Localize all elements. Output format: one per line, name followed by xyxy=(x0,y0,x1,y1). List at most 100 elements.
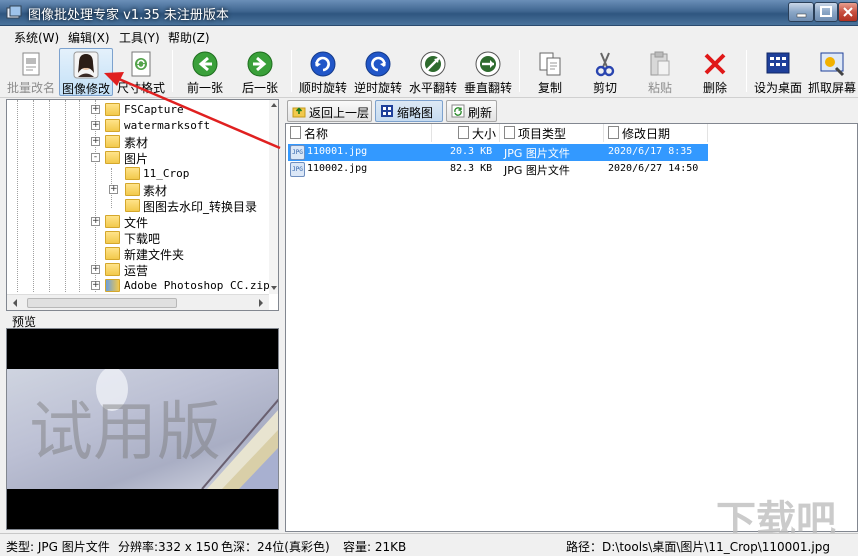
tree-item-label: 文件 xyxy=(124,216,149,230)
rotate-clockwise-button[interactable]: 顺时旋转 xyxy=(296,48,350,96)
tree-expander[interactable]: + xyxy=(91,265,100,274)
tree-expander[interactable]: + xyxy=(91,121,100,130)
menu-bar: 系统(W) 编辑(X) 工具(Y) 帮助(Z) xyxy=(0,26,858,46)
tree-item-wenjian[interactable]: + 文件 xyxy=(7,214,269,230)
image-edit-button[interactable]: 图像修改 xyxy=(59,48,113,96)
arrow-left-icon xyxy=(192,51,218,77)
menu-help[interactable]: 帮助(Z) xyxy=(168,29,210,46)
go-up-button[interactable]: 返回上一层 xyxy=(287,100,372,122)
delete-x-icon xyxy=(704,53,726,75)
paste-icon xyxy=(650,51,670,76)
cut-button[interactable]: 剪切 xyxy=(578,48,632,96)
flip-horizontal-label: 水平翻转 xyxy=(408,81,457,95)
status-color-depth: 色深：24位(真彩色) xyxy=(221,540,330,554)
folder-icon xyxy=(105,135,120,148)
tree-item-label: 下载吧 xyxy=(124,232,161,246)
tree-item-watermarksoft[interactable]: + watermarksoft xyxy=(7,118,269,134)
doc-icon xyxy=(608,126,619,139)
folder-open-icon xyxy=(105,151,120,164)
tree-item-11-crop[interactable]: 11_Crop xyxy=(7,166,269,182)
window-title: 图像批处理专家 v1.35 未注册版本 xyxy=(28,8,229,23)
tree-item-xiazaiba[interactable]: 下载吧 xyxy=(7,230,269,246)
scrollbar-thumb[interactable] xyxy=(27,298,177,308)
tree-item-watermark-removal[interactable]: 图图去水印_转换目录 xyxy=(7,198,269,214)
tree-item-label: watermarksoft xyxy=(124,119,211,132)
folder-icon xyxy=(105,263,120,276)
set-wallpaper-button[interactable]: 设为桌面 xyxy=(751,48,805,96)
flip-vertical-button[interactable]: 垂直翻转 xyxy=(461,48,515,96)
column-header-name[interactable]: 名称 xyxy=(286,124,432,142)
tree-expander[interactable]: + xyxy=(91,137,100,146)
tree-item-sucai-sub[interactable]: + 素材 xyxy=(7,182,269,198)
next-image-button[interactable]: 后一张 xyxy=(233,48,287,96)
status-resolution: 分辨率:332 x 150 xyxy=(118,540,219,554)
tree-item-yunying[interactable]: + 运营 xyxy=(7,262,269,278)
tree-item-label: 素材 xyxy=(124,136,149,150)
capture-screen-button[interactable]: 抓取屏幕 xyxy=(806,48,858,96)
file-row[interactable]: JPG 110002.jpg 82.3 KB JPG 图片文件 2020/6/2… xyxy=(288,161,708,178)
refresh-button[interactable]: 刷新 xyxy=(446,100,497,122)
menu-tools[interactable]: 工具(Y) xyxy=(119,29,160,46)
minimize-button[interactable] xyxy=(788,2,814,22)
doc-icon xyxy=(290,126,301,139)
capture-screen-label: 抓取屏幕 xyxy=(807,81,856,95)
prev-image-button[interactable]: 前一张 xyxy=(178,48,232,96)
menu-edit[interactable]: 编辑(X) xyxy=(68,29,110,46)
tree-item-sucai[interactable]: + 素材 xyxy=(7,134,269,150)
trial-watermark: 试用版 xyxy=(29,396,221,470)
column-header-date[interactable]: 修改日期 xyxy=(604,124,708,142)
tree-expander[interactable]: + xyxy=(109,185,118,194)
tree-item-photoshop-zip[interactable]: + Adobe Photoshop CC.zip xyxy=(7,278,270,294)
menu-system[interactable]: 系统(W) xyxy=(14,29,59,46)
rotate-counterclockwise-button[interactable]: 逆时旋转 xyxy=(351,48,405,96)
folder-icon xyxy=(105,119,120,132)
paste-label: 粘贴 xyxy=(647,81,672,95)
flip-horizontal-icon xyxy=(420,51,446,77)
status-type: 类型: JPG 图片文件 xyxy=(6,540,110,554)
tree-vertical-scrollbar[interactable] xyxy=(269,100,278,294)
folder-up-icon xyxy=(292,107,306,118)
tree-item-tupian[interactable]: - 图片 xyxy=(7,150,269,166)
tree-item-label: 图片 xyxy=(124,152,149,166)
tree-item-fscapture[interactable]: + FSCapture xyxy=(7,102,269,118)
zip-folder-icon xyxy=(105,279,120,292)
jpg-file-icon: JPG xyxy=(290,162,305,177)
file-name: 110001.jpg xyxy=(307,146,368,157)
resize-format-button[interactable]: 尺寸格式 xyxy=(114,48,168,96)
close-icon xyxy=(843,7,853,17)
copy-button[interactable]: 复制 xyxy=(523,48,577,96)
maximize-icon xyxy=(820,6,832,17)
status-bar: 类型: JPG 图片文件 分辨率:332 x 150 色深：24位(真彩色) 容… xyxy=(0,533,858,556)
tree-expander[interactable]: + xyxy=(91,217,100,226)
file-row[interactable]: JPG 110001.jpg 20.3 KB JPG 图片文件 2020/6/1… xyxy=(288,144,708,161)
column-header-type[interactable]: 项目类型 xyxy=(500,124,604,142)
tree-expander[interactable]: + xyxy=(91,281,100,290)
thumbnail-view-button[interactable]: 缩略图 xyxy=(375,100,443,122)
flip-horizontal-button[interactable]: 水平翻转 xyxy=(406,48,460,96)
image-edit-label: 图像修改 xyxy=(61,82,110,96)
paste-button[interactable]: 粘贴 xyxy=(633,48,687,96)
folder-icon xyxy=(105,103,120,116)
refresh-icon xyxy=(451,104,465,118)
tree-horizontal-scrollbar[interactable] xyxy=(7,294,269,310)
tree-expander[interactable]: - xyxy=(91,153,100,162)
column-header-size[interactable]: 大小 xyxy=(454,124,500,142)
batch-rename-button[interactable]: 批量改名 xyxy=(4,48,58,96)
cut-label: 剪切 xyxy=(592,81,617,95)
folder-icon xyxy=(125,167,140,180)
file-list[interactable]: 名称 大小 项目类型 修改日期 JPG 110001.jpg 20.3 KB J… xyxy=(285,123,858,532)
screen-capture-icon xyxy=(820,52,845,77)
close-button[interactable] xyxy=(838,2,858,22)
doc-icon xyxy=(458,126,469,139)
jpg-file-icon: JPG xyxy=(290,145,305,160)
tree-item-new-folder[interactable]: 新建文件夹 xyxy=(7,246,269,262)
rotate-clockwise-label: 顺时旋转 xyxy=(298,81,347,95)
toolbar: 批量改名 图像修改 尺寸格式 前一张 后一张 顺时旋转 逆时旋转 水平翻转 垂直… xyxy=(0,46,858,98)
maximize-button[interactable] xyxy=(814,2,838,22)
folder-tree[interactable]: + FSCapture + watermarksoft + 素材 - 图片 11… xyxy=(6,99,279,311)
thumbnail-view-label: 缩略图 xyxy=(397,106,434,120)
file-name: 110002.jpg xyxy=(307,163,368,174)
delete-button[interactable]: 删除 xyxy=(688,48,742,96)
tree-expander[interactable]: + xyxy=(91,105,100,114)
tree-item-label: 11_Crop xyxy=(143,167,190,180)
